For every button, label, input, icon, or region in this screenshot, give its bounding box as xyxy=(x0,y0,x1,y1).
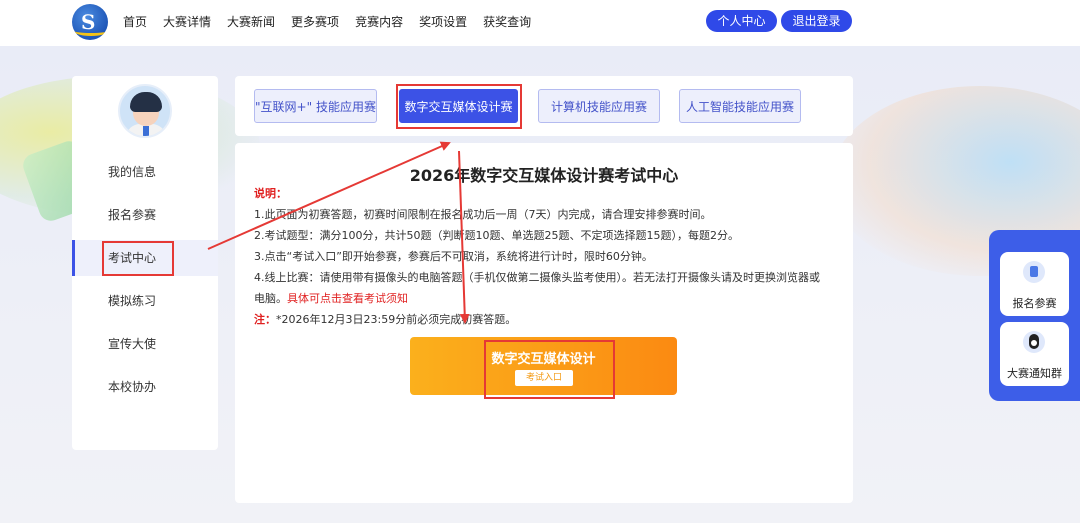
exam-entry-button[interactable]: 考试入口 xyxy=(515,370,573,386)
exam-entry-card[interactable]: 数字交互媒体设计 考试入口 xyxy=(410,337,677,395)
main-nav: 首页 大赛详情 大赛新闻 更多赛项 竞赛内容 奖项设置 获奖查询 xyxy=(123,13,547,30)
avatar-tie xyxy=(143,126,149,136)
sidebar-item-exam-center[interactable]: 考试中心 xyxy=(72,240,218,276)
qq-penguin-icon xyxy=(1023,331,1045,353)
nav-competition-content[interactable]: 竞赛内容 xyxy=(355,13,403,30)
float-signup-button[interactable]: 报名参赛 xyxy=(1000,252,1069,316)
note-line-2: 2.考试题型：满分100分，共计50题（判断题10题、单选题25题、不定项选择题… xyxy=(254,229,739,242)
site-logo[interactable]: S xyxy=(72,4,108,40)
nav-competition-news[interactable]: 大赛新闻 xyxy=(227,13,275,30)
float-group-button[interactable]: 大赛通知群 xyxy=(1000,322,1069,386)
page-title: 2026年数字交互媒体设计赛考试中心 xyxy=(409,166,679,185)
tab-computer-skills[interactable]: 计算机技能应用赛 xyxy=(538,89,660,123)
floating-quick-panel: 报名参赛 大赛通知群 xyxy=(989,230,1080,401)
deadline-note-text: *2026年12月3日23:59分前必须完成初赛答题。 xyxy=(276,313,517,326)
nav-award-query[interactable]: 获奖查询 xyxy=(483,13,531,30)
note-line-3: 3.点击“考试入口”即开始参赛，参赛后不可取消，系统将进行计时，限时60分钟。 xyxy=(254,250,653,263)
logout-button[interactable]: 退出登录 xyxy=(781,10,852,32)
sidebar-item-school-cohost[interactable]: 本校协办 xyxy=(72,369,218,405)
exam-entry-title: 数字交互媒体设计 xyxy=(491,352,596,367)
top-header: S 首页 大赛详情 大赛新闻 更多赛项 竞赛内容 奖项设置 获奖查询 个人中心 … xyxy=(0,0,1080,46)
note-line-4-prefix: 电脑。 xyxy=(254,292,287,305)
logo-ring xyxy=(74,26,108,36)
avatar xyxy=(118,84,172,138)
deadline-note: 注：*2026年12月3日23:59分前必须完成初赛答题。 xyxy=(254,311,516,327)
exam-center-panel: 2026年数字交互媒体设计赛考试中心 说明： 1.此页面为初赛答题，初赛时间限制… xyxy=(235,143,853,503)
exam-notice-link[interactable]: 具体可点击查看考试须知 xyxy=(287,292,408,305)
nav-more-events[interactable]: 更多赛项 xyxy=(291,13,339,30)
sidebar: 我的信息 报名参赛 考试中心 模拟练习 宣传大使 本校协办 xyxy=(72,76,218,450)
sidebar-item-mock-practice[interactable]: 模拟练习 xyxy=(72,283,218,319)
sidebar-item-my-info[interactable]: 我的信息 xyxy=(72,154,218,190)
tab-ai-skills[interactable]: 人工智能技能应用赛 xyxy=(679,89,801,123)
tab-internet-plus[interactable]: "互联网+" 技能应用赛 xyxy=(254,89,377,123)
document-icon xyxy=(1023,261,1045,283)
sidebar-item-ambassador[interactable]: 宣传大使 xyxy=(72,326,218,362)
notes-heading: 说明： xyxy=(254,187,287,200)
float-group-label: 大赛通知群 xyxy=(1007,367,1062,380)
note-line-1: 1.此页面为初赛答题，初赛时间限制在报名成功后一周（7天）内完成，请合理安排参赛… xyxy=(254,208,712,221)
float-signup-label: 报名参赛 xyxy=(1012,297,1057,310)
personal-center-button[interactable]: 个人中心 xyxy=(706,10,777,32)
deadline-note-label: 注： xyxy=(254,313,276,326)
nav-competition-details[interactable]: 大赛详情 xyxy=(163,13,211,30)
note-line-4-cont: 电脑。具体可点击查看考试须知 xyxy=(254,290,408,306)
note-line-4: 4.线上比赛：请使用带有摄像头的电脑答题（手机仅做第二摄像头监考使用）。若无法打… xyxy=(254,271,820,284)
avatar-hair xyxy=(130,92,162,112)
nav-home[interactable]: 首页 xyxy=(123,13,147,30)
sidebar-item-signup[interactable]: 报名参赛 xyxy=(72,197,218,233)
competition-tabs: "互联网+" 技能应用赛 数字交互媒体设计赛 计算机技能应用赛 人工智能技能应用… xyxy=(235,76,853,136)
tab-digital-media[interactable]: 数字交互媒体设计赛 xyxy=(399,89,518,123)
nav-awards[interactable]: 奖项设置 xyxy=(419,13,467,30)
